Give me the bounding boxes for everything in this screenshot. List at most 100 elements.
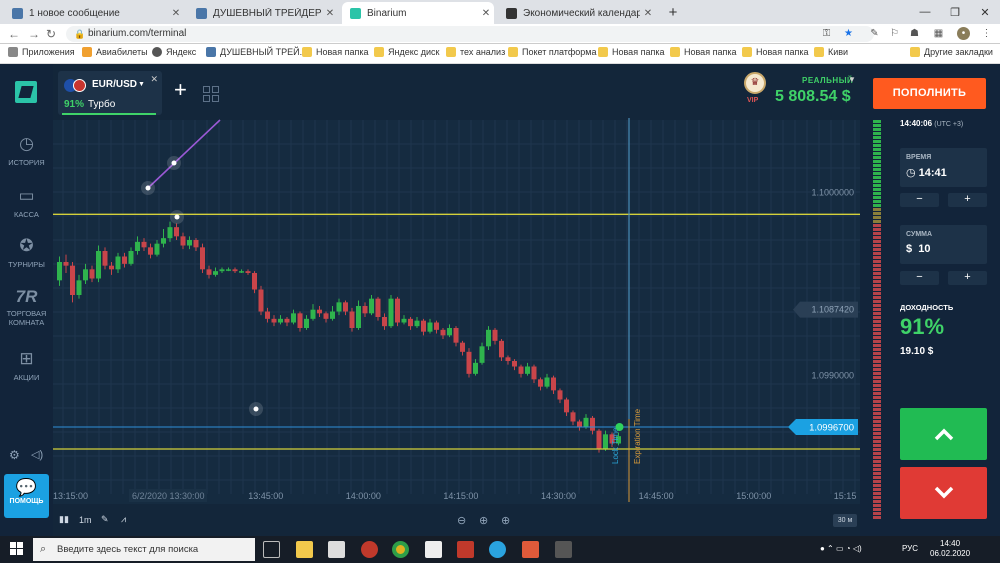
bookmark-item[interactable]: Покет платформа [508, 47, 597, 57]
telegram-icon[interactable] [489, 541, 506, 558]
sentiment-segment [873, 504, 881, 507]
folder-icon [910, 47, 920, 57]
key-icon[interactable]: ⚿ [820, 27, 833, 40]
star-icon[interactable]: ★ [842, 27, 855, 40]
browser-tab[interactable]: ДУШЕВНЫЙ ТРЕЙДЕР БО | ЛТ С ✕ [188, 2, 338, 24]
bookmark-item[interactable]: Новая папка [670, 47, 736, 57]
draw-icon[interactable]: ✎ [101, 514, 109, 525]
bookmark-item[interactable]: Новая папка [598, 47, 664, 57]
minimize-icon[interactable]: — [910, 0, 940, 24]
account-type[interactable]: РЕАЛЬНЫЙ [802, 76, 853, 85]
lock-icon: 🔒 [74, 29, 86, 39]
bookmark-item[interactable]: Яндекс диск [374, 47, 439, 57]
help-button[interactable]: 💬 ПОМОЩЬ [4, 474, 49, 518]
back-icon[interactable]: ← [8, 27, 20, 41]
extension-icon[interactable]: ⚐ [888, 27, 901, 40]
sentiment-segment [873, 344, 881, 347]
browser-tab[interactable]: 1 новое сообщение ✕ [4, 2, 184, 24]
extension-icon[interactable]: ☗ [908, 27, 921, 40]
add-asset-button[interactable]: + [174, 79, 187, 101]
sound-icon[interactable]: ◁) [31, 448, 43, 461]
zoom-in-icon[interactable]: ⊕ [501, 514, 510, 527]
sentiment-segment [873, 232, 881, 235]
amount-decrease-button[interactable]: − [900, 271, 939, 285]
put-down-button[interactable] [900, 467, 987, 519]
expiry-time-field[interactable]: ВРЕМЯ ◷ 14:41 [900, 148, 987, 187]
bookmark-item[interactable]: Авиабилеты [82, 47, 148, 57]
file-explorer-icon[interactable] [296, 541, 313, 558]
candle-body [193, 240, 199, 248]
mail-icon[interactable] [425, 541, 442, 558]
sidebar-item-trading-room[interactable]: 7R ТОРГОВАЯ КОМНАТА [0, 288, 53, 327]
maximize-icon[interactable]: ❐ [940, 0, 970, 24]
bookmark-item[interactable]: тех анализ [446, 47, 505, 57]
browser-tab-active[interactable]: Binarium ✕ [342, 2, 494, 24]
bookmark-item[interactable]: Приложения [8, 47, 75, 57]
language-indicator[interactable]: РУС [902, 544, 918, 553]
bookmark-item[interactable]: Киви [814, 47, 848, 57]
bookmark-item[interactable]: Новая папка [742, 47, 808, 57]
antivirus-icon[interactable] [457, 541, 474, 558]
close-icon[interactable]: ✕ [322, 8, 338, 19]
store-icon[interactable] [328, 541, 345, 558]
x-tick-label: 15:00:00 [736, 491, 771, 501]
bookmark-item[interactable]: Другие закладки [910, 47, 993, 57]
extension-icon[interactable]: ✎ [868, 27, 881, 40]
asset-selector[interactable]: EUR/USD ▼ 91% Турбо ✕ [58, 71, 162, 115]
call-up-button[interactable] [900, 408, 987, 460]
price-chart[interactable]: 1.10000001.099000013:15:0013:30:0013:45:… [53, 64, 860, 536]
chrome-icon[interactable] [392, 541, 409, 558]
new-tab-button[interactable]: + [658, 0, 688, 24]
binarium-logo[interactable] [15, 81, 37, 103]
task-view-icon[interactable] [263, 541, 280, 558]
chat-icon: 💬 [15, 478, 38, 497]
forward-icon[interactable]: → [28, 27, 40, 41]
zoom-level-badge[interactable]: 30 м [833, 514, 857, 527]
amount-increase-button[interactable]: + [948, 271, 987, 285]
candle-body [414, 320, 420, 327]
sentiment-segment [873, 200, 881, 203]
taskbar-search-input[interactable]: ⌕ Введите здесь текст для поиска [33, 538, 255, 561]
center-icon[interactable]: ⊕ [479, 514, 488, 527]
bookmark-item[interactable]: Яндекс [152, 47, 196, 57]
app-icon[interactable] [361, 541, 378, 558]
layout-grid-icon[interactable] [203, 86, 219, 102]
candlestick-icon[interactable]: ▮▮ [59, 514, 69, 525]
close-icon[interactable]: ✕ [640, 8, 656, 19]
candle-body [531, 366, 537, 380]
sidebar-item-tournaments[interactable]: ✪ ТУРНИРЫ [0, 236, 53, 269]
indicator-icon[interactable]: ⩘ [121, 514, 126, 525]
windows-start-icon[interactable] [10, 542, 24, 556]
amount-field[interactable]: СУММА $ 10 [900, 225, 987, 264]
bookmark-item[interactable]: ДУШЕВНЫЙ ТРЕЙ... [206, 47, 307, 57]
zoom-out-icon[interactable]: ⊖ [457, 514, 466, 527]
close-icon[interactable]: ✕ [168, 8, 184, 19]
close-icon[interactable]: ✕ [150, 74, 158, 85]
app-icon[interactable] [522, 541, 539, 558]
reload-icon[interactable]: ↻ [46, 27, 56, 41]
timeframe-selector[interactable]: 1m [79, 515, 92, 525]
chevron-down-icon[interactable]: ▼ [848, 75, 856, 84]
bookmark-item[interactable]: Новая папка [302, 47, 368, 57]
extension-icon[interactable]: ▦ [932, 27, 945, 40]
sentiment-segment [873, 424, 881, 427]
calculator-icon[interactable] [555, 541, 572, 558]
url-input[interactable]: 🔒 binarium.com/terminal [66, 26, 874, 42]
candle-body [603, 434, 608, 449]
chart-area[interactable]: 1.10000001.099000013:15:0013:30:0013:45:… [53, 64, 860, 536]
close-window-icon[interactable]: ✕ [970, 0, 1000, 24]
browser-tab[interactable]: Экономический календарь — И ✕ [498, 2, 656, 24]
tray-icons[interactable]: ● ⌃ ▭ ◔ ◁) [820, 544, 862, 553]
sidebar-item-promotions[interactable]: ⊞ АКЦИИ [0, 349, 53, 382]
time-increase-button[interactable]: + [948, 193, 987, 207]
sidebar-item-history[interactable]: ◷ ИСТОРИЯ [0, 134, 53, 167]
settings-icon[interactable]: ⚙ [9, 448, 20, 462]
sidebar-item-cashier[interactable]: ▭ КАССА [0, 186, 53, 219]
vip-badge-icon[interactable]: ♛ [744, 72, 766, 94]
close-icon[interactable]: ✕ [478, 8, 494, 19]
deposit-button[interactable]: ПОПОЛНИТЬ [873, 78, 986, 109]
time-decrease-button[interactable]: − [900, 193, 939, 207]
avatar[interactable]: • [957, 27, 970, 40]
menu-icon[interactable]: ⋮ [980, 27, 993, 40]
system-clock[interactable]: 14:40 06.02.2020 [930, 539, 970, 559]
